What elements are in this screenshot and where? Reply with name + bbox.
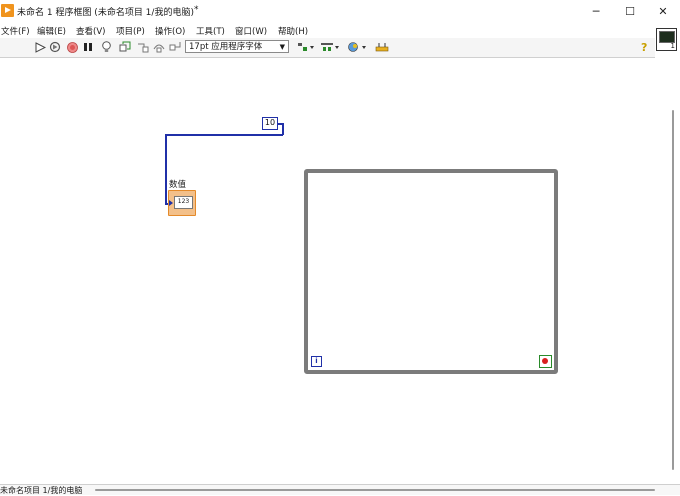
stop-icon xyxy=(542,358,548,364)
vertical-scroll-thumb[interactable] xyxy=(672,110,674,470)
close-icon: ✕ xyxy=(658,4,668,18)
menu-operate[interactable]: 操作(O) xyxy=(155,25,185,37)
minimize-button[interactable]: ─ xyxy=(579,0,613,22)
iteration-terminal[interactable]: i xyxy=(311,356,322,367)
menu-window[interactable]: 窗口(W) xyxy=(235,25,267,37)
close-button[interactable]: ✕ xyxy=(646,0,680,22)
maximize-button[interactable]: ☐ xyxy=(613,0,647,22)
reorder-icon[interactable] xyxy=(347,41,367,53)
align-objects-icon[interactable] xyxy=(297,41,315,53)
wire-segment xyxy=(165,134,283,136)
indicator-type: 123 xyxy=(174,196,193,209)
stop-condition-terminal[interactable] xyxy=(539,355,552,368)
pause-icon[interactable] xyxy=(82,41,94,53)
font-select[interactable]: 17pt 应用程序字体 ▼ xyxy=(185,40,289,53)
toolbar: 17pt 应用程序字体 ▼ xyxy=(0,38,655,58)
indicator-label: 数值 xyxy=(169,180,187,190)
window-title: 未命名 1 程序框图 (未命名项目 1/我的电脑) xyxy=(17,8,194,18)
vertical-scrollbar[interactable] xyxy=(669,58,680,483)
vi-icon-number: 1 xyxy=(670,42,675,50)
minimize-icon: ─ xyxy=(592,4,600,18)
run-continuously-icon[interactable] xyxy=(49,41,61,53)
font-select-value: 17pt 应用程序字体 xyxy=(189,42,263,52)
help-icon: ? xyxy=(641,41,648,54)
menu-view[interactable]: 查看(V) xyxy=(76,25,105,37)
horizontal-scroll-thumb[interactable] xyxy=(95,489,655,491)
menu-project[interactable]: 项目(P) xyxy=(116,25,145,37)
highlight-execution-icon[interactable] xyxy=(100,41,112,53)
vi-icon[interactable]: 1 xyxy=(656,28,677,51)
run-arrow-icon[interactable] xyxy=(34,41,46,53)
maximize-icon: ☐ xyxy=(625,4,635,18)
step-over-icon[interactable] xyxy=(153,41,165,53)
numeric-indicator-terminal[interactable]: 123 xyxy=(168,190,196,216)
while-loop[interactable] xyxy=(304,169,558,374)
modified-marker: * xyxy=(194,5,199,15)
step-out-icon[interactable] xyxy=(169,41,181,53)
menu-file[interactable]: 文件(F) xyxy=(1,25,30,37)
menu-edit[interactable]: 编辑(E) xyxy=(37,25,66,37)
menu-tools[interactable]: 工具(T) xyxy=(196,25,225,37)
retain-wire-values-icon[interactable] xyxy=(119,41,131,53)
step-into-icon[interactable] xyxy=(137,41,149,53)
context-help-button[interactable]: ? xyxy=(641,41,647,54)
menu-bar: 文件(F) 编辑(E) 查看(V) 项目(P) 操作(O) 工具(T) 窗口(W… xyxy=(0,22,680,38)
title-bar: 未命名 1 程序框图 (未命名项目 1/我的电脑) * ─ ☐ ✕ xyxy=(0,0,680,22)
menu-help[interactable]: 帮助(H) xyxy=(278,25,308,37)
abort-icon[interactable] xyxy=(66,41,78,53)
chevron-down-icon: ▼ xyxy=(279,43,285,51)
distribute-objects-icon[interactable] xyxy=(320,41,340,53)
labview-app-icon xyxy=(1,4,14,17)
numeric-constant[interactable]: 10 xyxy=(262,117,278,130)
input-arrow-icon xyxy=(169,200,173,206)
cleanup-diagram-icon[interactable] xyxy=(374,41,390,53)
wire-segment xyxy=(165,134,167,204)
project-path: 未命名项目 1/我的电脑 xyxy=(0,486,83,495)
